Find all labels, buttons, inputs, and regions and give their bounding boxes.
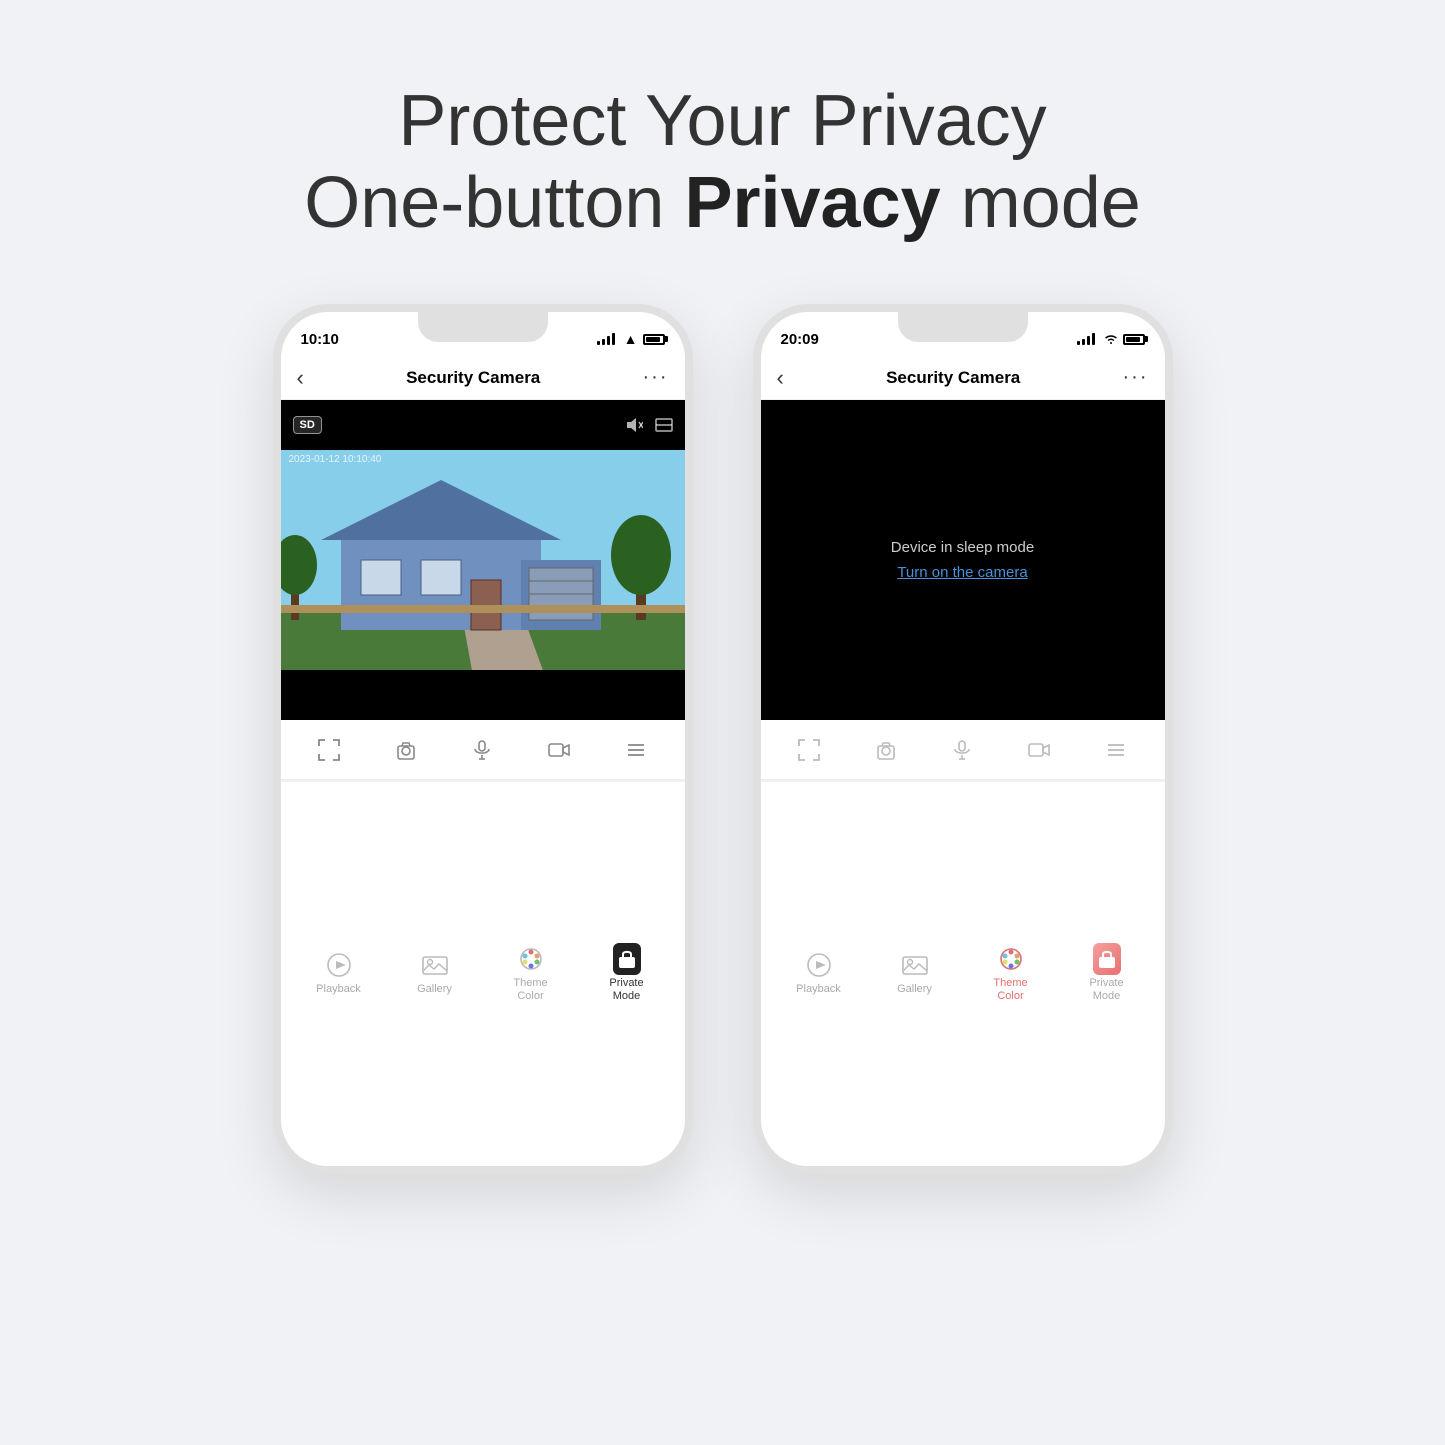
tab-theme-right[interactable]: Theme Color <box>963 945 1059 1003</box>
playback-icon-left <box>325 951 353 979</box>
tab-gallery-left[interactable]: Gallery <box>387 951 483 996</box>
phone-inner-left: 10:10 ▲ ‹ Security Camera <box>281 312 685 1166</box>
nav-bar-left: ‹ Security Camera ··· <box>281 356 685 400</box>
phones-container: 10:10 ▲ ‹ Security Camera <box>273 304 1173 1174</box>
tab-private-right[interactable]: Private Mode <box>1059 945 1155 1003</box>
playback-icon-right <box>805 951 833 979</box>
more-button-right[interactable]: ··· <box>1123 366 1149 389</box>
settings-icon-right[interactable] <box>1105 739 1127 761</box>
snapshot-icon[interactable] <box>395 739 417 761</box>
theme-icon-left <box>517 945 545 973</box>
layout-icon <box>655 418 673 432</box>
fullscreen-icon-right[interactable] <box>798 739 820 761</box>
tab-label-gallery-right: Gallery <box>897 983 932 996</box>
tab-private-left[interactable]: Private Mode <box>579 945 675 1003</box>
status-icons-right <box>1077 333 1145 345</box>
record-icon-right[interactable] <box>1028 739 1050 761</box>
action-bar-right <box>761 720 1165 780</box>
signal-left <box>597 333 615 345</box>
back-button-left[interactable]: ‹ <box>297 365 304 391</box>
nav-title-left: Security Camera <box>406 368 540 388</box>
tab-label-playback-right: Playback <box>796 983 841 996</box>
gallery-icon-left <box>421 951 449 979</box>
back-button-right[interactable]: ‹ <box>777 365 784 391</box>
mic-icon-right[interactable] <box>951 739 973 761</box>
tab-label-gallery-left: Gallery <box>417 983 452 996</box>
tab-playback-right[interactable]: Playback <box>771 951 867 996</box>
nav-title-right: Security Camera <box>886 368 1020 388</box>
tab-label-private-right: Private Mode <box>1089 977 1123 1003</box>
hero-heading: Protect Your Privacy One-button Privacy … <box>304 80 1141 244</box>
theme-icon-right <box>997 945 1025 973</box>
gallery-icon-right <box>901 951 929 979</box>
video-overlay-left: SD <box>281 400 685 450</box>
video-area-right: Device in sleep mode Turn on the camera <box>761 400 1165 720</box>
hero-line1: Protect Your Privacy <box>304 80 1141 162</box>
time-right: 20:09 <box>781 331 819 348</box>
snapshot-icon-right[interactable] <box>875 739 897 761</box>
battery-right <box>1123 334 1145 345</box>
tab-playback-left[interactable]: Playback <box>291 951 387 996</box>
settings-icon[interactable] <box>625 739 647 761</box>
status-icons-left: ▲ <box>597 331 665 347</box>
fullscreen-icon[interactable] <box>318 739 340 761</box>
tab-theme-left[interactable]: Theme Color <box>483 945 579 1003</box>
turn-on-link[interactable]: Turn on the camera <box>897 564 1027 581</box>
mute-icon <box>625 417 643 433</box>
notch-left <box>418 312 548 342</box>
mic-icon[interactable] <box>471 739 493 761</box>
video-timestamp: 2023-01-12 10:10:40 <box>289 454 382 465</box>
hero-line2-bold: Privacy <box>684 163 940 243</box>
sleep-text: Device in sleep mode <box>891 539 1034 556</box>
tab-gallery-right[interactable]: Gallery <box>867 951 963 996</box>
hero-line2-suffix: mode <box>961 163 1141 243</box>
hero-line2-normal: One-button <box>304 163 664 243</box>
phone-inner-right: 20:09 <box>761 312 1165 1166</box>
more-button-left[interactable]: ··· <box>643 366 669 389</box>
hero-line2: One-button Privacy mode <box>304 162 1141 244</box>
tab-label-theme-right: Theme Color <box>993 977 1027 1003</box>
time-left: 10:10 <box>301 331 339 348</box>
record-icon[interactable] <box>548 739 570 761</box>
tab-label-private-left: Private Mode <box>609 977 643 1003</box>
sleep-screen: Device in sleep mode Turn on the camera <box>761 400 1165 720</box>
phone-right: 20:09 <box>753 304 1173 1174</box>
wifi-icon-right <box>1104 333 1118 345</box>
video-top-right-left <box>625 417 673 433</box>
tab-bar-left: Playback Gallery <box>281 781 685 1166</box>
private-icon-right-wrap <box>1093 945 1121 973</box>
nav-bar-right: ‹ Security Camera ··· <box>761 356 1165 400</box>
tab-bar-right: Playback Gallery <box>761 781 1165 1166</box>
sd-badge-left: SD <box>293 416 322 434</box>
video-area-left: SD 2023-01-12 <box>281 400 685 720</box>
tab-label-theme-left: Theme Color <box>513 977 547 1003</box>
tab-label-playback-left: Playback <box>316 983 361 996</box>
private-icon-left <box>613 945 641 973</box>
action-bar-left <box>281 720 685 780</box>
phone-left: 10:10 ▲ ‹ Security Camera <box>273 304 693 1174</box>
notch-right <box>898 312 1028 342</box>
signal-right <box>1077 333 1095 345</box>
battery-left <box>643 334 665 345</box>
